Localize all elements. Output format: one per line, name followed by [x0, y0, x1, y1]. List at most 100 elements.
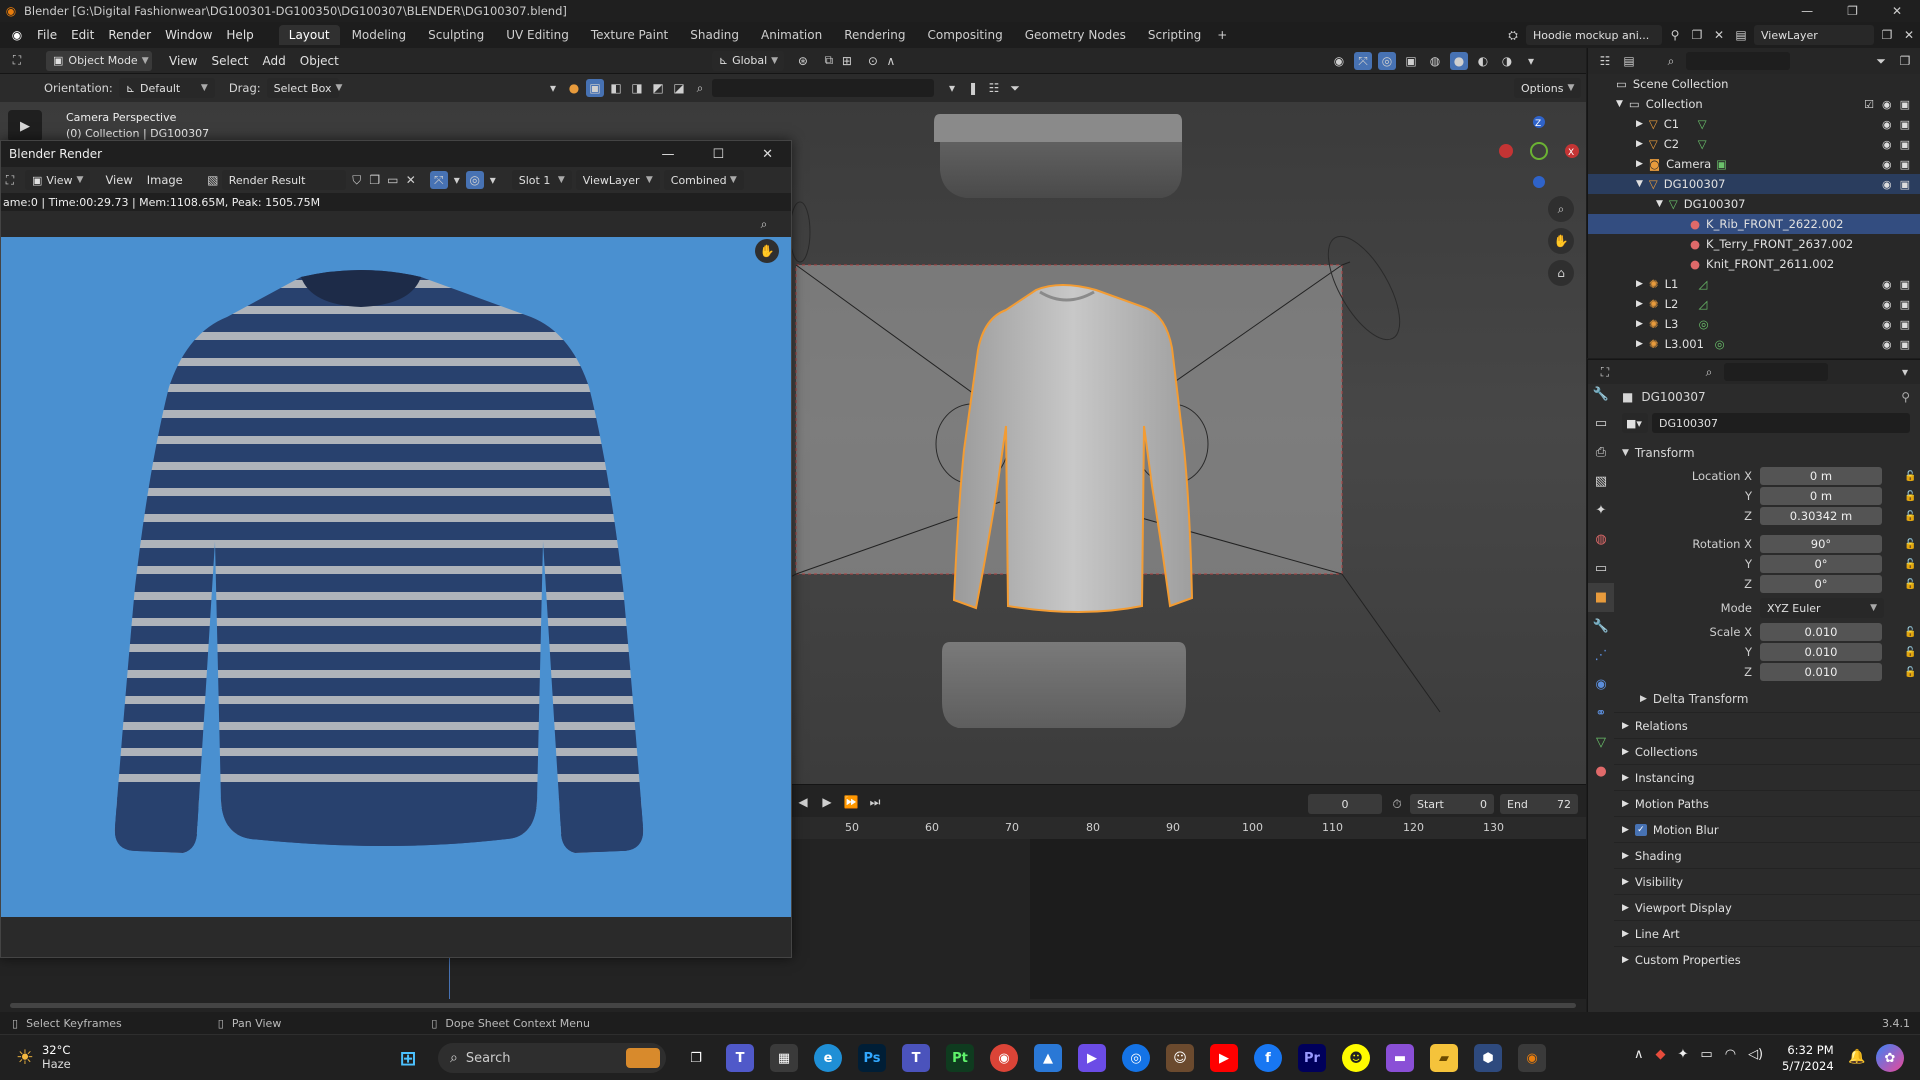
lock-icon[interactable]: 🔓	[1904, 471, 1916, 482]
camera-icon[interactable]: ▣	[1900, 298, 1910, 311]
lock-icon[interactable]: 🔓	[1904, 647, 1916, 658]
select-mode-invert-icon[interactable]: ◩	[649, 79, 667, 97]
expand-icon[interactable]: ▶	[1636, 339, 1643, 349]
outliner-item-c2[interactable]: ▶ ▽ C2 ▽ ◉ ▣	[1588, 134, 1920, 154]
view-mode-dropdown[interactable]: ▣ View ▼	[25, 170, 91, 190]
outliner-item-material-knit[interactable]: ● Knit_FRONT_2611.002	[1588, 254, 1920, 274]
overlay-icon[interactable]: ◎	[465, 171, 484, 189]
shading-material-icon[interactable]: ◐	[1474, 52, 1492, 70]
view-layer-selector[interactable]: ViewLayer	[1754, 25, 1874, 45]
object-tab-icon[interactable]: ■	[1588, 583, 1614, 612]
stopwatch-icon[interactable]: ⏱	[1388, 795, 1406, 813]
scene-selector[interactable]: Hoodie mockup ani...	[1526, 25, 1662, 45]
select-mode-extend-icon[interactable]: ◧	[607, 79, 625, 97]
section-custom-properties[interactable]: ▶ Custom Properties	[1614, 946, 1920, 972]
youtube-icon[interactable]: ▶	[1210, 1044, 1238, 1072]
collection-tab-icon[interactable]: ▭	[1588, 554, 1614, 583]
camera-icon[interactable]: ▣	[1900, 158, 1910, 171]
new-view-layer-icon[interactable]: ❐	[1878, 26, 1896, 44]
tab-layout[interactable]: Layout	[278, 25, 340, 45]
tab-sculpting[interactable]: Sculpting	[418, 25, 494, 45]
lock-icon[interactable]: 🔓	[1904, 667, 1916, 678]
chevron-down-icon[interactable]: ▾	[1896, 363, 1914, 381]
tool-tab-icon[interactable]: 🔧	[1588, 380, 1614, 409]
render-hand-icon[interactable]: ✋	[755, 239, 779, 263]
expand-icon[interactable]: ▶	[1636, 119, 1643, 129]
collapse-icon[interactable]: ▼	[1656, 199, 1663, 209]
object-name-field[interactable]: DG100307	[1652, 413, 1910, 433]
shading-rendered-icon[interactable]: ◑	[1498, 52, 1516, 70]
select-mode-subtract-icon[interactable]: ◨	[628, 79, 646, 97]
volume-icon[interactable]: ◁)	[1748, 1047, 1763, 1062]
outliner-item-camera[interactable]: ▶ ◙ Camera ▣ ◉ ▣	[1588, 154, 1920, 174]
menu-render[interactable]: Render	[101, 28, 158, 42]
task-view-icon[interactable]: ❐	[682, 1044, 710, 1072]
end-frame-field[interactable]: End 72	[1500, 794, 1578, 814]
viewport-menu-view[interactable]: View	[162, 54, 204, 68]
outliner-item-l3-001[interactable]: ▶ ✺ L3.001 ◎ ◉ ▣	[1588, 334, 1920, 354]
expand-icon[interactable]: ▶	[1636, 299, 1643, 309]
pin-icon[interactable]: ⚲	[1901, 390, 1910, 404]
expand-icon[interactable]: ▼	[1616, 99, 1623, 109]
facebook-icon[interactable]: f	[1254, 1044, 1282, 1072]
object-browse-button[interactable]: ■▾	[1622, 413, 1648, 433]
tab-animation[interactable]: Animation	[751, 25, 832, 45]
top-light-box[interactable]	[934, 114, 1182, 198]
tab-modeling[interactable]: Modeling	[342, 25, 417, 45]
render-zoom-icon[interactable]: ⌕	[755, 215, 773, 233]
filter-icon[interactable]: ⏷	[1006, 79, 1024, 97]
outliner-item-dg100307-mesh[interactable]: ▼ ▽ DG100307	[1588, 194, 1920, 214]
render-view-layer-dropdown[interactable]: ViewLayer ▼	[575, 170, 660, 190]
delta-transform-header[interactable]: ▶ Delta Transform	[1614, 686, 1920, 712]
snap-target-icon[interactable]: ⊞	[838, 52, 856, 70]
outliner-item-l2[interactable]: ▶ ✺ L2 ◿ ◉ ▣	[1588, 294, 1920, 314]
section-motion-paths[interactable]: ▶ Motion Paths	[1614, 790, 1920, 816]
viewport-menu-object[interactable]: Object	[293, 54, 346, 68]
section-relations[interactable]: ▶ Relations	[1614, 712, 1920, 738]
clipboard-app-icon[interactable]: ▬	[1386, 1044, 1414, 1072]
add-workspace-icon[interactable]: +	[1213, 26, 1231, 44]
drag-dropdown[interactable]: Select Box ▼	[266, 78, 342, 98]
new-collection-icon[interactable]: ❐	[1896, 52, 1914, 70]
close-icon[interactable]: ✕	[1892, 4, 1902, 18]
shading-solid-icon[interactable]: ●	[1450, 52, 1468, 70]
render-menu-view[interactable]: View	[98, 173, 139, 187]
expand-icon[interactable]: ▶	[1636, 279, 1643, 289]
select-mode-new-icon[interactable]: ▣	[586, 79, 604, 97]
expand-icon[interactable]: ▶	[1636, 319, 1643, 329]
camera-icon[interactable]: ▣	[1900, 338, 1910, 351]
options-button[interactable]: Options ▼	[1514, 78, 1582, 98]
tree-view-icon[interactable]: ☷	[985, 79, 1003, 97]
teams-work-icon[interactable]: T	[902, 1044, 930, 1072]
bottom-light-box[interactable]	[942, 642, 1186, 728]
hand-pan-icon[interactable]: ✋	[1548, 228, 1574, 254]
section-instancing[interactable]: ▶ Instancing	[1614, 764, 1920, 790]
chevron-up-icon[interactable]: ∧	[1634, 1047, 1644, 1062]
view-layer-icon[interactable]: ▤	[1732, 26, 1750, 44]
gizmo-icon[interactable]: ⤧	[429, 171, 448, 189]
dropbox-icon[interactable]: ✦	[1678, 1047, 1689, 1062]
rotation-x-field[interactable]: 90°	[1760, 535, 1882, 553]
output-tab-icon[interactable]: ⎙	[1588, 438, 1614, 467]
camera-icon[interactable]: ▣	[1900, 278, 1910, 291]
lock-icon[interactable]: 🔓	[1904, 579, 1916, 590]
rotation-z-field[interactable]: 0°	[1760, 575, 1882, 593]
ms-store-icon[interactable]: ▦	[770, 1044, 798, 1072]
mode-selector[interactable]: ▣ Object Mode ▼	[46, 50, 152, 71]
delete-view-layer-icon[interactable]: ✕	[1900, 26, 1918, 44]
constraints-tab-icon[interactable]: ⚭	[1588, 699, 1614, 728]
expand-icon[interactable]: ▶	[1636, 159, 1643, 169]
menu-edit[interactable]: Edit	[64, 28, 101, 42]
lock-icon[interactable]: 🔓	[1904, 511, 1916, 522]
object-types-icon[interactable]: ●	[565, 79, 583, 97]
render-menu-image[interactable]: Image	[140, 173, 190, 187]
shading-wireframe-icon[interactable]: ◍	[1426, 52, 1444, 70]
material-tab-icon[interactable]: ●	[1588, 757, 1614, 786]
scene-collection-row[interactable]: ▭ Scene Collection	[1588, 74, 1920, 94]
copilot-icon[interactable]: ✿	[1876, 1044, 1904, 1072]
blender-menu-icon[interactable]: ◉	[8, 26, 26, 44]
antivirus-icon[interactable]: ◆	[1656, 1047, 1666, 1062]
transform-orientation-selector[interactable]: ⊾ Global ▼	[711, 50, 784, 71]
display-icon[interactable]: ▭	[1700, 1047, 1712, 1062]
gizmo-toggle-icon[interactable]: ⤧	[1354, 52, 1372, 70]
